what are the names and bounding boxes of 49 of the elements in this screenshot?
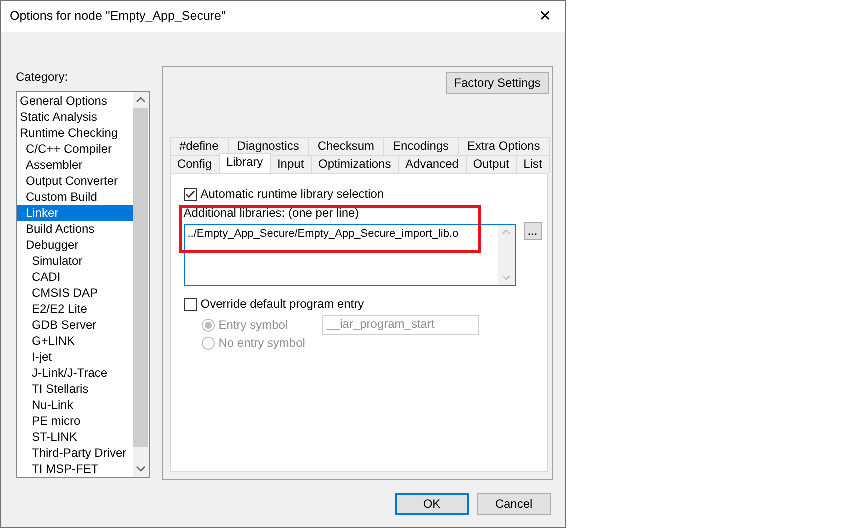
category-item[interactable]: TI Stellaris — [17, 381, 133, 397]
tab[interactable]: #define — [170, 137, 229, 155]
category-item[interactable]: Nu-Link — [17, 397, 133, 413]
category-item[interactable]: G+LINK — [17, 333, 133, 349]
category-item[interactable]: Custom Build — [17, 189, 133, 205]
tab[interactable]: Extra Options — [458, 137, 550, 155]
category-item[interactable]: GDB Server — [17, 317, 133, 333]
category-item[interactable]: C/C++ Compiler — [17, 141, 133, 157]
tab[interactable]: List — [516, 155, 550, 173]
field-label: Additional libraries: (one per line) — [184, 206, 360, 221]
category-item[interactable]: J-Link/J-Trace — [17, 365, 133, 381]
category-item[interactable]: ST-LINK — [17, 429, 133, 445]
tab[interactable]: Encodings — [383, 137, 459, 155]
checkbox-label[interactable]: Automatic runtime library selection — [200, 186, 384, 202]
category-item[interactable]: Debugger — [17, 237, 133, 253]
category-item[interactable]: Linker — [17, 205, 133, 221]
factory-settings-button[interactable]: Factory Settings — [446, 72, 549, 94]
category-label: Category: — [16, 70, 70, 85]
checkbox-label[interactable]: Override default program entry — [200, 296, 364, 312]
checkbox[interactable] — [184, 298, 197, 310]
category-item[interactable]: CMSIS DAP — [17, 285, 133, 301]
tab[interactable]: Library — [218, 153, 271, 173]
category-item[interactable]: PE micro — [17, 413, 133, 429]
category-item[interactable]: Simulator — [17, 253, 133, 269]
category-item[interactable]: Static Analysis — [17, 109, 133, 125]
dialog-button[interactable]: OK — [395, 493, 469, 515]
dialog-button[interactable]: Cancel — [477, 493, 551, 515]
browse-button[interactable]: ... — [524, 222, 542, 240]
checkbox[interactable] — [184, 188, 197, 200]
category-item[interactable]: Output Converter — [17, 173, 133, 189]
category-item[interactable]: E2/E2 Lite — [17, 301, 133, 317]
scroll-thumb[interactable] — [133, 108, 148, 447]
category-item[interactable]: CADI — [17, 269, 133, 285]
window-title: Options for node "Empty_App_Secure" — [10, 8, 226, 24]
category-item[interactable]: Assembler — [17, 157, 133, 173]
tab[interactable]: Input — [270, 155, 312, 173]
library-path: ../Empty_App_Secure/Empty_App_Secure_import_lib.o — [186, 227, 460, 242]
category-item[interactable]: Build Actions — [17, 221, 133, 237]
tab[interactable]: Config — [170, 155, 220, 173]
tab[interactable]: Output — [466, 155, 517, 173]
category-item[interactable]: Runtime Checking — [17, 125, 133, 141]
scrollbar[interactable] — [132, 92, 149, 477]
category-item[interactable]: Third-Party Driver — [17, 445, 133, 461]
tab[interactable]: Diagnostics — [228, 137, 310, 155]
category-item[interactable]: General Options — [17, 93, 133, 109]
tab[interactable]: Optimizations — [310, 155, 399, 173]
close-button[interactable]: ✕ — [535, 9, 556, 24]
category-item[interactable]: TI MSP-FET — [17, 461, 133, 477]
category-item[interactable]: I-jet — [17, 349, 133, 365]
